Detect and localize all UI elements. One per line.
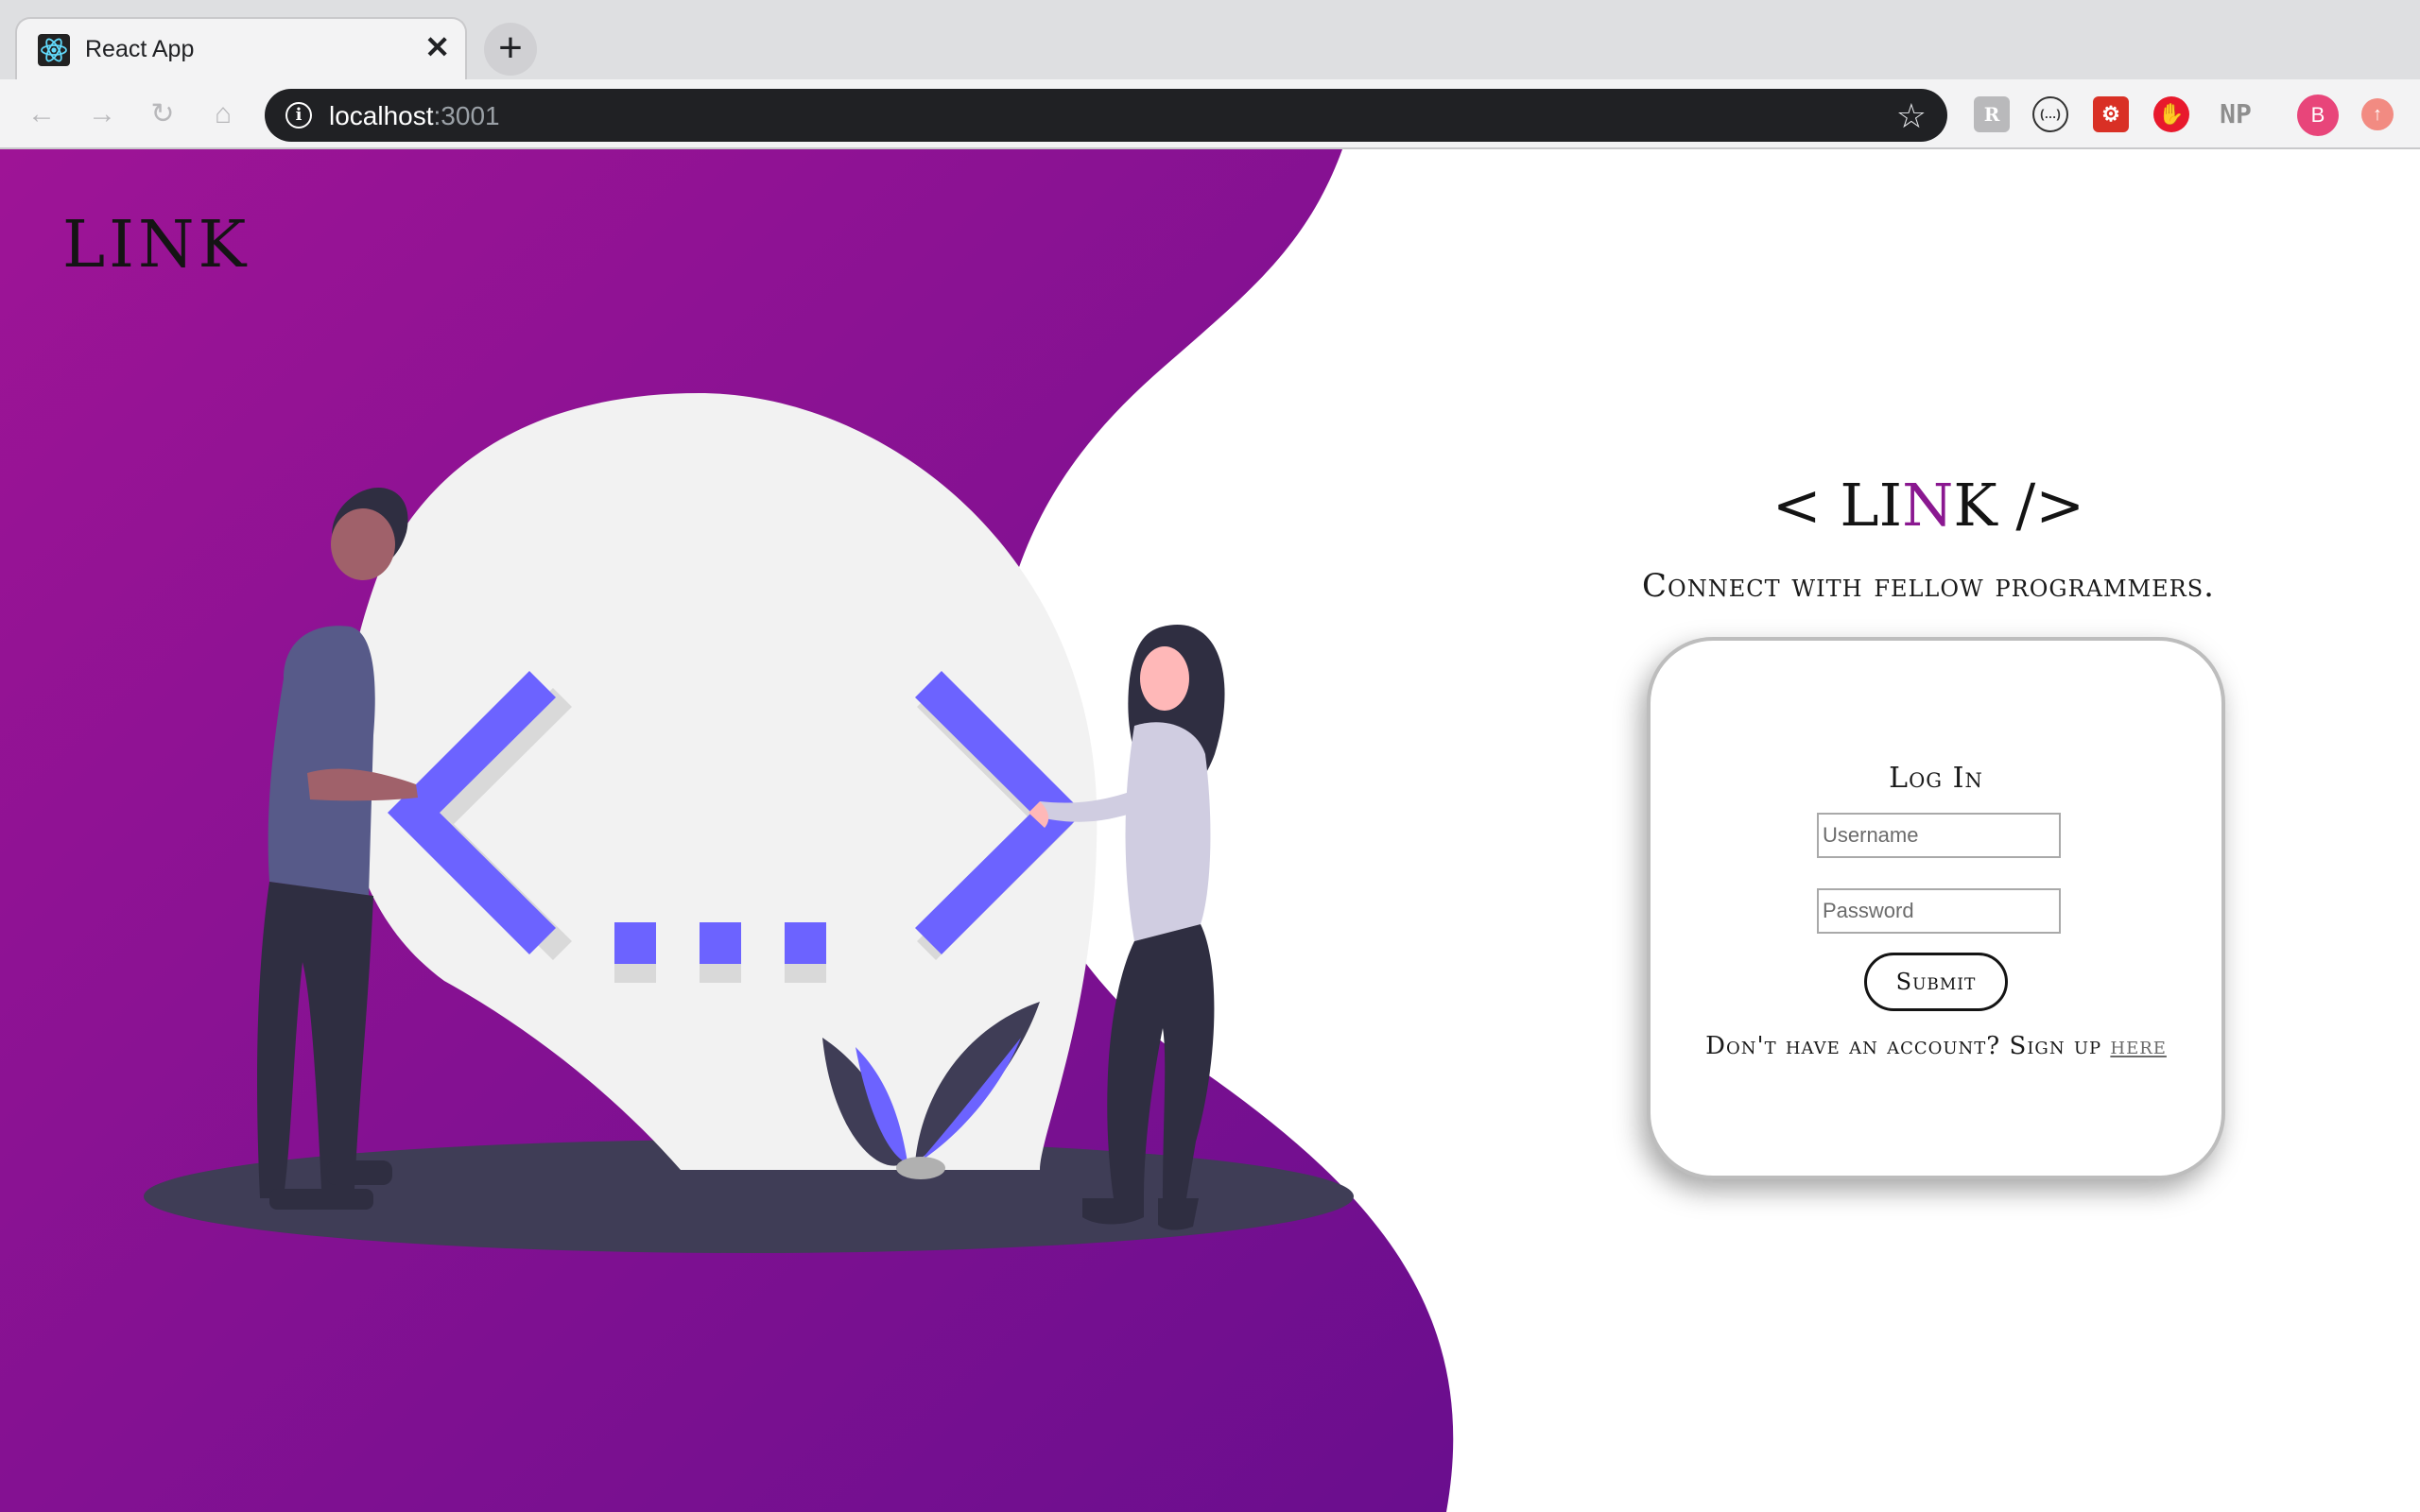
info-icon[interactable]: i [285, 102, 312, 129]
reload-icon[interactable]: ↻ [146, 98, 180, 132]
signup-text: Don't have an account? Sign up [1705, 1032, 2111, 1060]
address-bar[interactable]: i localhost:3001 ☆ [265, 89, 1947, 142]
login-title: Log In [1889, 762, 1983, 795]
ellipsis-dots [614, 922, 826, 983]
signup-prompt: Don't have an account? Sign up here [1651, 1032, 2221, 1060]
submit-button[interactable]: Submit [1864, 953, 2008, 1011]
hero-title-accent: N [1902, 471, 1954, 540]
page-content: LINK < LINK /> Connect with fellow progr… [0, 149, 2420, 1512]
new-tab-button[interactable]: + [484, 23, 537, 76]
password-input[interactable] [1817, 888, 2061, 934]
tab-title: React App [85, 36, 195, 62]
extension-json-icon[interactable]: (…) [2032, 96, 2068, 132]
close-tab-icon[interactable]: ✕ [424, 32, 450, 62]
react-icon [38, 34, 70, 66]
profile-avatar[interactable]: B [2297, 94, 2339, 136]
url-port: :3001 [433, 101, 500, 130]
tagline: Connect with fellow programmers. [1642, 567, 2215, 605]
hero-title-prefix: < LI [1772, 471, 1903, 540]
star-icon[interactable]: ☆ [1896, 96, 1927, 136]
browser-toolbar: ← → ↻ ⌂ i localhost:3001 ☆ R (…) ⚙ ✋ NP … [0, 79, 2420, 149]
username-input[interactable] [1817, 813, 2061, 858]
hero-title: < LINK /> [1569, 471, 2288, 540]
home-icon[interactable]: ⌂ [206, 98, 240, 132]
signup-link[interactable]: here [2110, 1032, 2167, 1060]
back-arrow-icon[interactable]: ← [25, 98, 59, 132]
browser-tab[interactable]: React App ✕ [15, 17, 467, 79]
url-host: localhost [329, 101, 434, 130]
forward-arrow-icon[interactable]: → [85, 98, 119, 132]
extension-r-icon[interactable]: R [1974, 96, 2010, 132]
hero-title-suffix: K /> [1953, 471, 2085, 540]
extension-np-icon[interactable]: NP [2212, 96, 2259, 132]
programmers-illustration [144, 393, 1354, 1253]
extension-adblock-icon[interactable]: ✋ [2153, 96, 2189, 132]
update-icon[interactable]: ↑ [2361, 98, 2394, 130]
extension-bug-icon[interactable]: ⚙ [2093, 96, 2129, 132]
login-card: Log In Submit Don't have an account? Sig… [1647, 637, 2225, 1179]
browser-tab-bar: React App ✕ + [0, 0, 2420, 79]
url-text: localhost:3001 [329, 101, 500, 131]
